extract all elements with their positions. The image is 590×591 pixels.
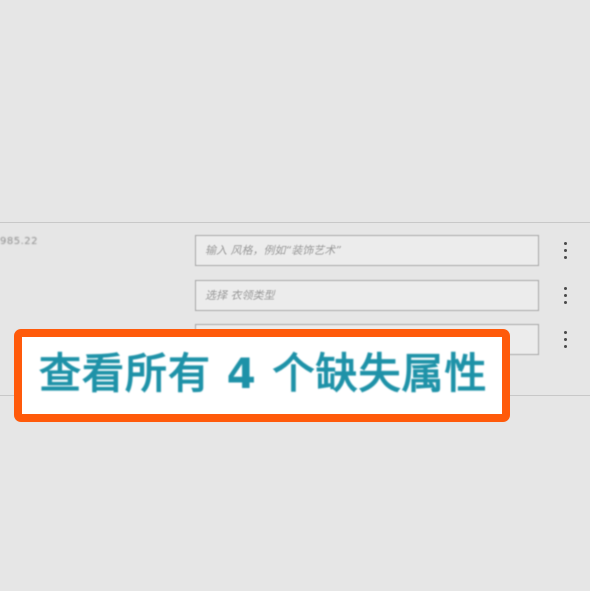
style-input[interactable]: 输入 风格，例如“装饰艺术”: [195, 235, 539, 266]
menu-dot: [563, 300, 567, 304]
menu-dot: [563, 344, 567, 348]
menu-dot: [563, 286, 567, 290]
menu-dot: [563, 255, 567, 259]
menu-dot: [563, 241, 567, 245]
price-value: 985.22: [0, 236, 38, 247]
more-vertical-icon[interactable]: [556, 237, 574, 263]
collar-type-select[interactable]: 选择 衣领类型: [195, 280, 539, 311]
row-divider-top: [0, 222, 590, 223]
highlight-callout: 查看所有 4 个缺失属性: [14, 329, 510, 422]
view-all-missing-attributes-link[interactable]: 查看所有 4 个缺失属性: [39, 341, 487, 407]
menu-dot: [563, 293, 567, 297]
menu-dot: [563, 330, 567, 334]
more-vertical-icon[interactable]: [556, 282, 574, 308]
more-vertical-icon[interactable]: [556, 326, 574, 352]
menu-dot: [563, 248, 567, 252]
menu-dot: [563, 337, 567, 341]
